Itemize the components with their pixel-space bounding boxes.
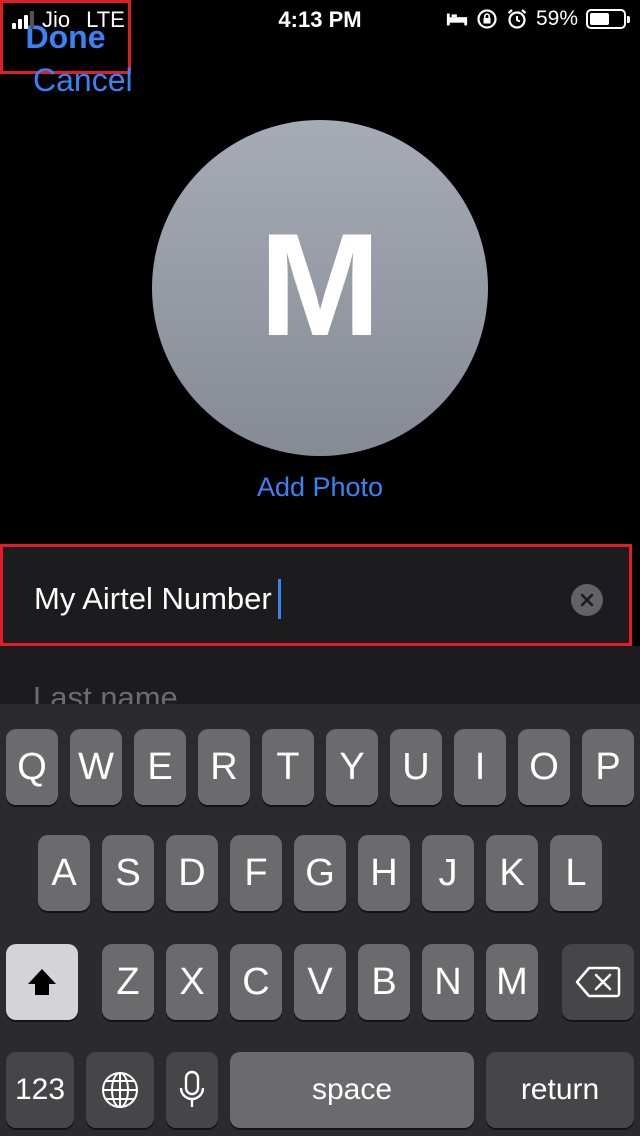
key-b[interactable]: B <box>358 944 410 1020</box>
key-l[interactable]: L <box>550 835 602 911</box>
key-k[interactable]: K <box>486 835 538 911</box>
last-name-placeholder: Last name <box>33 680 178 706</box>
key-i[interactable]: I <box>454 729 506 805</box>
backspace-icon <box>575 966 621 998</box>
key-r[interactable]: R <box>198 729 250 805</box>
backspace-key[interactable] <box>562 944 634 1020</box>
key-e[interactable]: E <box>134 729 186 805</box>
key-z[interactable]: Z <box>102 944 154 1020</box>
key-t[interactable]: T <box>262 729 314 805</box>
key-x[interactable]: X <box>166 944 218 1020</box>
globe-key[interactable] <box>86 1052 154 1128</box>
key-d[interactable]: D <box>166 835 218 911</box>
space-key[interactable]: space <box>230 1052 474 1128</box>
key-y[interactable]: Y <box>326 729 378 805</box>
clear-text-icon[interactable] <box>571 584 603 616</box>
text-cursor <box>277 578 281 619</box>
contact-avatar[interactable]: M <box>152 120 488 456</box>
key-w[interactable]: W <box>70 729 122 805</box>
microphone-icon <box>179 1070 205 1107</box>
numbers-key[interactable]: 123 <box>6 1052 74 1128</box>
key-n[interactable]: N <box>422 944 474 1020</box>
add-photo-button[interactable]: Add Photo <box>0 472 640 503</box>
return-key[interactable]: return <box>486 1052 634 1128</box>
shift-key[interactable] <box>6 944 78 1020</box>
key-g[interactable]: G <box>294 835 346 911</box>
rotation-lock-icon <box>476 8 498 30</box>
sleep-icon <box>446 8 468 30</box>
battery-percent: 59% <box>535 7 578 30</box>
keyboard: Q W E R T Y U I O P A S D F G H J K L Z … <box>0 704 640 1136</box>
key-h[interactable]: H <box>358 835 410 911</box>
cancel-button[interactable]: Cancel <box>33 62 133 99</box>
key-q[interactable]: Q <box>6 729 58 805</box>
status-bar: Jio LTE 4:13 PM 59% <box>0 0 640 40</box>
first-name-input[interactable]: My Airtel Number <box>34 578 281 619</box>
key-m[interactable]: M <box>486 944 538 1020</box>
first-name-value: My Airtel Number <box>34 581 272 616</box>
key-p[interactable]: P <box>582 729 634 805</box>
key-a[interactable]: A <box>38 835 90 911</box>
status-right: 59% <box>446 7 630 31</box>
key-c[interactable]: C <box>230 944 282 1020</box>
key-j[interactable]: J <box>422 835 474 911</box>
shift-icon <box>28 969 56 995</box>
battery-icon <box>586 9 630 29</box>
avatar-initial: M <box>259 203 381 366</box>
key-o[interactable]: O <box>518 729 570 805</box>
first-name-field[interactable]: My Airtel Number <box>0 544 632 646</box>
alarm-icon <box>506 8 528 30</box>
key-u[interactable]: U <box>390 729 442 805</box>
key-v[interactable]: V <box>294 944 346 1020</box>
key-f[interactable]: F <box>230 835 282 911</box>
last-name-field[interactable]: Last name <box>0 646 640 706</box>
key-s[interactable]: S <box>102 835 154 911</box>
dictation-key[interactable] <box>166 1052 218 1128</box>
globe-icon <box>102 1072 138 1108</box>
